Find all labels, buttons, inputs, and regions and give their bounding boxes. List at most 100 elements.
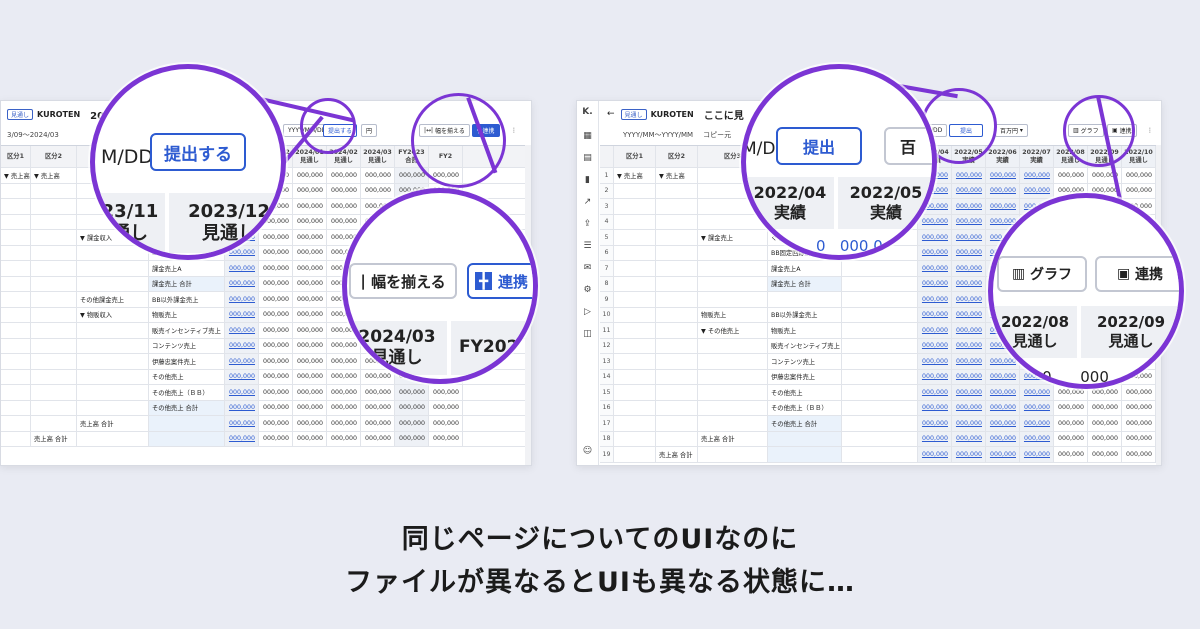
value-cell[interactable]: 000,000 xyxy=(986,431,1020,446)
value-cell[interactable]: 000,000 xyxy=(259,307,293,322)
value-cell[interactable]: 000,000 xyxy=(361,385,395,400)
value-cell[interactable]: 000,000 xyxy=(293,369,327,384)
value-cell[interactable]: 000,000 xyxy=(259,276,293,291)
value-cell[interactable]: 000,000 xyxy=(361,183,395,198)
value-cell[interactable]: 000,000 xyxy=(259,369,293,384)
value-cell[interactable]: 000,000 xyxy=(1054,168,1088,183)
value-cell[interactable]: 000,000 xyxy=(327,168,361,183)
value-cell[interactable]: 000,000 xyxy=(225,307,259,322)
value-cell[interactable]: 000,000 xyxy=(1088,447,1122,462)
value-cell[interactable]: 000,000 xyxy=(327,416,361,431)
value-cell[interactable]: 000,000 xyxy=(952,214,986,229)
value-cell[interactable]: 000,000 xyxy=(1020,431,1054,446)
column-header[interactable]: 区分1 xyxy=(1,146,31,167)
value-cell[interactable]: 000,000 xyxy=(1020,400,1054,415)
value-cell[interactable]: 000,000 xyxy=(952,323,986,338)
value-cell[interactable]: 000,000 xyxy=(918,323,952,338)
value-cell[interactable]: 000,000 xyxy=(952,183,986,198)
value-cell[interactable]: 000,000 xyxy=(952,416,986,431)
value-cell[interactable]: 000,000 xyxy=(1122,431,1156,446)
value-cell[interactable]: 000,000 xyxy=(918,416,952,431)
value-cell[interactable]: 000,000 xyxy=(327,400,361,415)
value-cell[interactable]: 000,000 xyxy=(952,354,986,369)
value-cell[interactable]: 000,000 xyxy=(1054,447,1088,462)
value-cell[interactable]: 000,000 xyxy=(986,168,1020,183)
value-cell[interactable]: 000,000 xyxy=(225,338,259,353)
value-cell[interactable]: 000,000 xyxy=(918,276,952,291)
value-cell[interactable]: 000,000 xyxy=(1122,447,1156,462)
value-cell[interactable]: 000,000 xyxy=(986,400,1020,415)
column-header[interactable]: 区分1 xyxy=(614,146,656,167)
value-cell[interactable]: 000,000 xyxy=(918,245,952,260)
value-cell[interactable]: 000,000 xyxy=(327,199,361,214)
line-chart-icon[interactable]: ↗ xyxy=(582,197,593,208)
value-cell[interactable]: 000,000 xyxy=(1020,168,1054,183)
value-cell[interactable]: 000,000 xyxy=(293,416,327,431)
value-cell[interactable]: 000,000 xyxy=(1088,400,1122,415)
value-cell[interactable]: 000,000 xyxy=(225,292,259,307)
value-cell[interactable]: 000,000 xyxy=(293,400,327,415)
right-unit-select[interactable]: 百万円 ▾ xyxy=(995,124,1028,137)
value-cell[interactable]: 000,000 xyxy=(918,431,952,446)
value-cell[interactable]: 000,000 xyxy=(225,431,259,446)
value-cell[interactable]: 000,000 xyxy=(986,183,1020,198)
value-cell[interactable]: 000,000 xyxy=(293,307,327,322)
value-cell[interactable]: 000,000 xyxy=(952,276,986,291)
value-cell[interactable]: 000,000 xyxy=(395,385,429,400)
column-header[interactable] xyxy=(600,146,614,167)
value-cell[interactable]: 000,000 xyxy=(952,400,986,415)
book-icon[interactable]: ◫ xyxy=(582,329,593,340)
value-cell[interactable]: 000,000 xyxy=(1020,447,1054,462)
value-cell[interactable]: 000,000 xyxy=(259,261,293,276)
value-cell[interactable]: 000,000 xyxy=(952,199,986,214)
bar-chart-icon[interactable]: ▮ xyxy=(582,175,593,186)
value-cell[interactable]: 000,000 xyxy=(986,385,1020,400)
value-cell[interactable]: 000,000 xyxy=(1020,385,1054,400)
list-icon[interactable]: ☰ xyxy=(582,241,593,252)
value-cell[interactable]: 000,000 xyxy=(429,431,463,446)
column-header[interactable]: 区分2 xyxy=(31,146,77,167)
value-cell[interactable]: 000,000 xyxy=(1122,400,1156,415)
value-cell[interactable]: 000,000 xyxy=(293,245,327,260)
value-cell[interactable]: 000,000 xyxy=(918,400,952,415)
table-icon[interactable]: ▤ xyxy=(582,153,593,164)
value-cell[interactable]: 000,000 xyxy=(918,369,952,384)
value-cell[interactable]: 000,000 xyxy=(1020,416,1054,431)
value-cell[interactable]: 000,000 xyxy=(952,431,986,446)
value-cell[interactable]: 000,000 xyxy=(429,416,463,431)
value-cell[interactable]: 000,000 xyxy=(361,168,395,183)
value-cell[interactable]: 000,000 xyxy=(225,261,259,276)
value-cell[interactable]: 000,000 xyxy=(293,199,327,214)
value-cell[interactable]: 000,000 xyxy=(293,214,327,229)
user-icon[interactable]: ☺ xyxy=(582,446,593,457)
value-cell[interactable]: 000,000 xyxy=(918,385,952,400)
upload-icon[interactable]: ⇪ xyxy=(582,219,593,230)
value-cell[interactable]: 000,000 xyxy=(395,416,429,431)
value-cell[interactable]: 000,000 xyxy=(952,338,986,353)
left-more-icon[interactable]: ⋮ xyxy=(507,124,521,137)
value-cell[interactable]: 000,000 xyxy=(259,338,293,353)
value-cell[interactable]: 000,000 xyxy=(293,385,327,400)
value-cell[interactable]: 000,000 xyxy=(395,431,429,446)
value-cell[interactable]: 000,000 xyxy=(361,400,395,415)
value-cell[interactable]: 000,000 xyxy=(1054,431,1088,446)
value-cell[interactable]: 000,000 xyxy=(259,354,293,369)
value-cell[interactable]: 000,000 xyxy=(918,292,952,307)
mail-icon[interactable]: ✉ xyxy=(582,263,593,274)
value-cell[interactable]: 000,000 xyxy=(293,230,327,245)
value-cell[interactable]: 000,000 xyxy=(293,276,327,291)
value-cell[interactable]: 000,000 xyxy=(986,369,1020,384)
value-cell[interactable]: 000,000 xyxy=(327,183,361,198)
column-header[interactable]: 2022/06 実績 xyxy=(986,146,1020,167)
play-icon[interactable]: ▷ xyxy=(582,307,593,318)
value-cell[interactable]: 000,000 xyxy=(952,261,986,276)
value-cell[interactable]: 000,000 xyxy=(259,323,293,338)
value-cell[interactable]: 000,000 xyxy=(918,447,952,462)
value-cell[interactable]: 000,000 xyxy=(1088,431,1122,446)
value-cell[interactable]: 000,000 xyxy=(225,354,259,369)
back-arrow-icon[interactable]: ← xyxy=(607,109,615,119)
value-cell[interactable]: 000,000 xyxy=(327,214,361,229)
value-cell[interactable]: 000,000 xyxy=(1054,400,1088,415)
right-more-icon[interactable]: ⋮ xyxy=(1143,124,1157,137)
value-cell[interactable]: 000,000 xyxy=(293,354,327,369)
